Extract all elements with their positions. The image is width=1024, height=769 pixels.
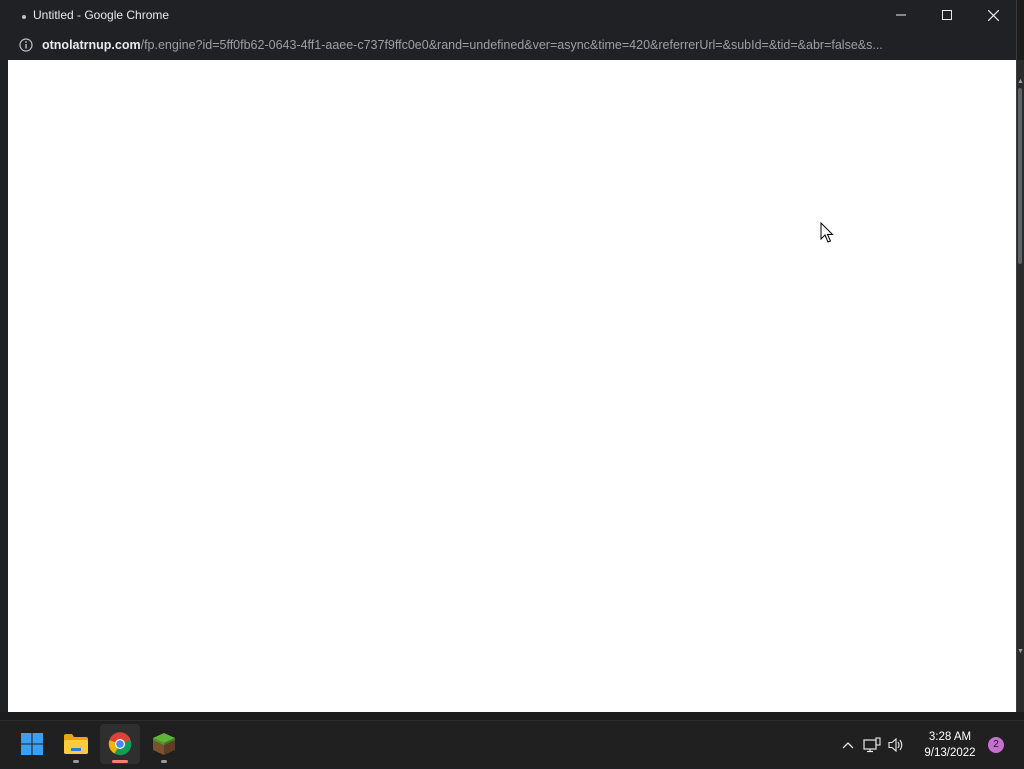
close-icon bbox=[987, 9, 999, 21]
folder-icon bbox=[64, 734, 88, 754]
background-scrollbar[interactable]: ▲ ▼ bbox=[1016, 60, 1024, 712]
url-text[interactable]: otnolatrnup.com/fp.engine?id=5ff0fb62-06… bbox=[42, 38, 1002, 52]
scrollbar-thumb[interactable] bbox=[1018, 88, 1022, 264]
clock-date: 9/13/2022 bbox=[924, 747, 976, 759]
running-indicator bbox=[161, 760, 167, 763]
url-path: /fp.engine?id=5ff0fb62-0643-4ff1-aaee-c7… bbox=[140, 38, 883, 52]
scroll-down-arrow-icon[interactable]: ▼ bbox=[1017, 648, 1024, 656]
chevron-up-icon bbox=[842, 742, 854, 749]
taskbar: 3:28 AM 9/13/2022 2 bbox=[0, 720, 1024, 768]
url-domain: otnolatrnup.com bbox=[42, 38, 141, 52]
mouse-pointer-icon bbox=[820, 222, 834, 243]
close-button[interactable] bbox=[970, 0, 1016, 30]
network-button[interactable] bbox=[860, 733, 884, 757]
maximize-icon bbox=[942, 10, 952, 20]
maximize-button[interactable] bbox=[924, 0, 970, 30]
scroll-up-arrow-icon[interactable]: ▲ bbox=[1017, 78, 1024, 86]
taskbar-minecraft[interactable] bbox=[144, 724, 184, 764]
title-bar[interactable]: Untitled - Google Chrome bbox=[0, 0, 1016, 30]
chrome-icon bbox=[108, 732, 132, 756]
taskbar-file-explorer[interactable] bbox=[56, 724, 96, 764]
volume-button[interactable] bbox=[884, 733, 908, 757]
minimize-button[interactable] bbox=[878, 0, 924, 30]
chrome-popup-window: Untitled - Google Chrome otnolatrnup.com… bbox=[0, 0, 1017, 712]
show-hidden-icons-button[interactable] bbox=[836, 733, 860, 757]
network-icon bbox=[863, 737, 881, 753]
taskbar-chrome[interactable] bbox=[100, 724, 140, 764]
window-controls bbox=[878, 0, 1016, 30]
speaker-icon bbox=[888, 737, 903, 753]
taskbar-clock[interactable]: 3:28 AM 9/13/2022 bbox=[918, 729, 982, 761]
clock-time: 3:28 AM bbox=[928, 731, 972, 743]
grass-block-icon bbox=[153, 733, 175, 755]
address-bar[interactable]: otnolatrnup.com/fp.engine?id=5ff0fb62-06… bbox=[0, 30, 1016, 60]
active-indicator bbox=[112, 760, 128, 763]
page-content-blank[interactable] bbox=[8, 60, 1016, 712]
system-tray bbox=[836, 721, 908, 769]
start-button[interactable] bbox=[12, 724, 52, 764]
minimize-icon bbox=[896, 14, 906, 16]
site-info-icon[interactable] bbox=[19, 38, 33, 52]
window-title: Untitled - Google Chrome bbox=[33, 8, 170, 22]
page-favicon-icon bbox=[22, 15, 26, 19]
notification-badge[interactable]: 2 bbox=[988, 737, 1004, 753]
windows-logo-icon bbox=[21, 733, 43, 755]
running-indicator bbox=[73, 760, 79, 763]
